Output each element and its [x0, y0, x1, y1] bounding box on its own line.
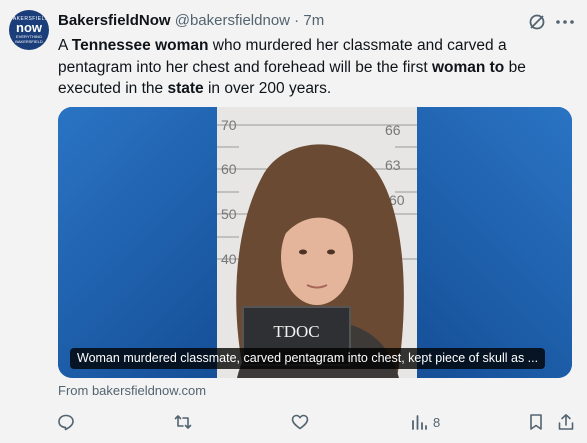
grok-icon[interactable]: [527, 12, 547, 32]
account-handle[interactable]: @bakersfieldnow: [175, 12, 290, 29]
action-bar: 8: [0, 411, 587, 433]
more-icon[interactable]: [553, 12, 577, 32]
share-button[interactable]: [557, 411, 575, 433]
media-caption: Woman murdered classmate, carved pentagr…: [70, 348, 546, 369]
source-link[interactable]: From bakersfieldnow.com: [58, 383, 206, 398]
reply-icon: [58, 414, 74, 431]
share-icon: [558, 414, 574, 430]
avatar-line2: now: [16, 20, 42, 35]
height-mark: 50: [221, 206, 237, 222]
bookmark-icon: [530, 414, 542, 430]
height-mark: 66: [385, 122, 401, 138]
retweet-button[interactable]: [174, 411, 192, 433]
like-button[interactable]: [291, 411, 309, 433]
retweet-icon: [174, 415, 192, 429]
like-icon: [291, 414, 309, 430]
views-icon: [412, 415, 427, 430]
height-mark: 60: [221, 161, 237, 177]
mugshot-photo: 70 60 50 40 66 63 60 TDOC: [217, 107, 417, 378]
media-card[interactable]: 70 60 50 40 66 63 60 TDOC Woman murdered…: [58, 107, 572, 378]
height-mark: 70: [221, 117, 237, 133]
tweet-time[interactable]: 7m: [303, 12, 324, 29]
booking-board-text: TDOC: [273, 322, 320, 341]
header-separator: ·: [290, 12, 304, 29]
media-background-right: [417, 107, 572, 378]
reply-button[interactable]: [57, 411, 75, 433]
media-background-left: [58, 107, 217, 378]
tweet-text-bold: state: [167, 80, 204, 97]
tweet-text-part: in over 200 years.: [203, 80, 332, 97]
views-count: 8: [433, 414, 441, 430]
avatar[interactable]: BAKERSFIELD now EVERYTHING BAKERSFIELD: [9, 10, 49, 50]
avatar-line4: BAKERSFIELD: [15, 39, 43, 44]
tweet-text-bold: Tennessee woman: [71, 37, 209, 54]
height-mark: 63: [385, 157, 401, 173]
height-mark: 40: [221, 251, 237, 267]
bookmark-button[interactable]: [527, 411, 545, 433]
tweet-text-bold: woman to: [431, 58, 505, 76]
tweet-header: BakersfieldNow @bakersfieldnow · 7m: [58, 11, 324, 31]
account-name[interactable]: BakersfieldNow: [58, 12, 171, 29]
tweet-text: A Tennessee woman who murdered her class…: [58, 35, 573, 100]
tweet-text-part: A: [58, 37, 72, 54]
views-button[interactable]: 8: [410, 411, 440, 433]
